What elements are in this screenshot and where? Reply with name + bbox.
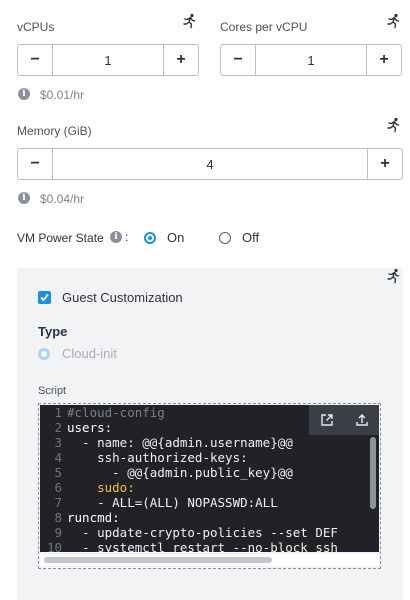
- power-off-radio[interactable]: [219, 232, 231, 244]
- code-line: - name: @@{admin.username}@@: [67, 435, 293, 450]
- cloud-init-label: Cloud-init: [62, 346, 117, 361]
- code-line: - @@{admin.public_key}@@: [67, 465, 293, 480]
- running-person-icon: [183, 13, 196, 29]
- open-external-icon[interactable]: [320, 413, 334, 427]
- line-number: 3: [54, 435, 62, 450]
- editor-toolbar: [309, 405, 379, 435]
- code-line: - update-crypto-policies --set DEF: [67, 525, 338, 540]
- upload-icon[interactable]: [355, 413, 369, 427]
- code-line: - systemctl restart --no-block ssh: [67, 540, 338, 552]
- memory-stepper[interactable]: − 4 +: [17, 148, 403, 180]
- line-number: 1: [54, 405, 62, 420]
- code-line: ssh-authorized-keys:: [67, 450, 248, 465]
- editor-horizontal-scrollbar[interactable]: [44, 557, 272, 563]
- code-line: runcmd:: [67, 510, 120, 525]
- memory-value[interactable]: 4: [52, 149, 368, 179]
- memory-increment-button[interactable]: +: [368, 149, 402, 179]
- line-number: 10: [46, 540, 62, 552]
- cores-decrement-button[interactable]: −: [221, 45, 255, 75]
- cores-increment-button[interactable]: +: [367, 45, 401, 75]
- vcpus-increment-button[interactable]: +: [164, 45, 198, 75]
- power-on-label[interactable]: On: [167, 230, 184, 245]
- power-state-label: VM Power State: [17, 231, 104, 245]
- script-editor-container[interactable]: 1 #cloud-config 2 users: 3 - name: @@{admi…: [38, 403, 381, 569]
- line-number: 4: [54, 450, 62, 465]
- vcpus-price: $0.01/hr: [40, 88, 85, 102]
- line-number: 2: [54, 420, 62, 435]
- line-number: 7: [54, 495, 62, 510]
- line-number: 9: [54, 525, 62, 540]
- line-number: 5: [54, 465, 62, 480]
- memory-label: Memory (GiB): [17, 124, 92, 138]
- info-icon[interactable]: i: [18, 192, 30, 204]
- running-person-icon: [387, 117, 400, 133]
- script-editor[interactable]: 1 #cloud-config 2 users: 3 - name: @@{admi…: [40, 405, 379, 552]
- checkmark-icon: [40, 293, 49, 302]
- cores-stepper[interactable]: − 1 +: [220, 44, 402, 76]
- editor-horizontal-scroll-track: [40, 554, 379, 566]
- vcpus-stepper[interactable]: − 1 +: [17, 44, 199, 76]
- cores-label: Cores per vCPU: [220, 20, 308, 34]
- running-person-icon: [387, 268, 400, 284]
- cloud-init-radio: [38, 348, 50, 360]
- editor-vertical-scrollbar[interactable]: [370, 437, 376, 509]
- vcpus-label: vCPUs: [17, 20, 55, 34]
- memory-price: $0.04/hr: [40, 192, 85, 206]
- running-person-icon: [387, 13, 400, 29]
- guest-customization-label[interactable]: Guest Customization: [62, 290, 183, 305]
- vcpus-decrement-button[interactable]: −: [18, 45, 52, 75]
- line-number: 6: [54, 480, 62, 495]
- power-on-radio[interactable]: [144, 232, 156, 244]
- power-state-colon: :: [125, 230, 129, 244]
- vcpus-value[interactable]: 1: [52, 45, 164, 75]
- info-icon[interactable]: i: [110, 231, 122, 243]
- info-icon[interactable]: i: [18, 88, 30, 100]
- memory-decrement-button[interactable]: −: [18, 149, 52, 179]
- guest-customization-checkbox[interactable]: [38, 291, 51, 304]
- code-line: users:: [67, 420, 113, 435]
- code-line: sudo:: [67, 480, 135, 495]
- code-line: #cloud-config: [67, 405, 165, 420]
- type-label: Type: [38, 324, 68, 339]
- code-line: - ALL=(ALL) NOPASSWD:ALL: [67, 495, 278, 510]
- cores-value[interactable]: 1: [255, 45, 367, 75]
- line-number: 8: [54, 510, 62, 525]
- script-label: Script: [38, 385, 67, 397]
- power-off-label[interactable]: Off: [242, 230, 259, 245]
